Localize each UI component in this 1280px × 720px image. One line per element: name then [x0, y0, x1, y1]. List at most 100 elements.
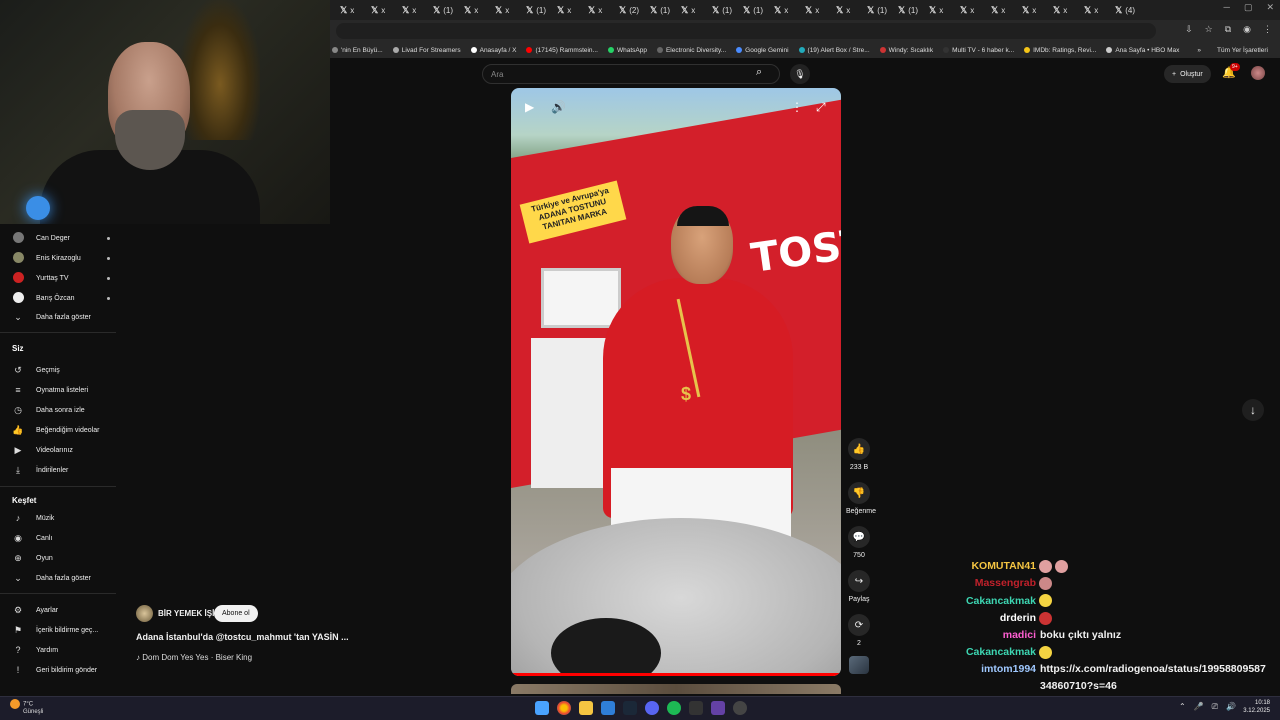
comments-button[interactable]: 💬 750	[846, 526, 872, 559]
address-bar[interactable]	[336, 23, 1156, 39]
bookmark-item[interactable]: Livad For Streamers	[392, 47, 461, 54]
search-input[interactable]: Ara	[482, 64, 780, 84]
app-icon[interactable]	[689, 701, 703, 715]
browser-tab[interactable]: 𝕏x	[1018, 2, 1047, 18]
browser-tab[interactable]: 𝕏x	[553, 2, 582, 18]
browser-tab[interactable]: 𝕏x	[770, 2, 799, 18]
browser-tab[interactable]: 𝕏x	[367, 2, 396, 18]
sidebar-item[interactable]: ? Yardım	[12, 645, 112, 655]
browser-tab[interactable]: 𝕏 (1)	[739, 2, 768, 18]
weather-widget[interactable]: 7°C Güneşli	[10, 699, 43, 716]
maximize-icon[interactable]: ▢	[1244, 2, 1253, 13]
volume-tray-icon[interactable]: 🔊	[1226, 702, 1236, 712]
menu-icon[interactable]: ⋮	[1263, 24, 1272, 35]
app-icon-2[interactable]	[733, 701, 747, 715]
file-explorer-icon[interactable]	[579, 701, 593, 715]
browser-tab[interactable]: 𝕏 (1)	[863, 2, 892, 18]
channel-name[interactable]: BİR YEMEK İŞİ	[158, 609, 214, 618]
spotify-icon[interactable]	[667, 701, 681, 715]
bookmark-item[interactable]: (19) Alert Box / Stre...	[798, 47, 870, 54]
browser-tab[interactable]: 𝕏 (2)	[615, 2, 644, 18]
sidebar-item[interactable]: ⚙ Ayarlar	[12, 605, 112, 616]
sidebar-item[interactable]: ⌄ Daha fazla göster	[12, 312, 112, 323]
sidebar-item[interactable]: Can Deger	[12, 232, 112, 245]
browser-tab[interactable]: 𝕏x	[801, 2, 830, 18]
sidebar-item[interactable]: Yurttaş TV	[12, 272, 112, 285]
all-bookmarks[interactable]: Tüm Yer İşaretleri	[1217, 47, 1268, 54]
browser-tab[interactable]: 𝕏 (1)	[894, 2, 923, 18]
browser-tab[interactable]: 𝕏x	[987, 2, 1016, 18]
minimize-icon[interactable]: ─	[1224, 2, 1230, 13]
bookmark-item[interactable]: Multi TV - 6 haber k...	[943, 47, 1014, 54]
bookmark-item[interactable]: Anasayfa / X	[470, 47, 516, 54]
bookmark-item[interactable]: Google Gemini	[736, 47, 789, 54]
channel-thumbnail[interactable]	[849, 656, 869, 674]
browser-tab[interactable]: 𝕏x	[398, 2, 427, 18]
channel-avatar[interactable]	[136, 605, 153, 622]
sidebar-item[interactable]: Barış Özcan	[12, 292, 112, 305]
chevron-up-icon[interactable]: ⌃	[1179, 702, 1186, 712]
sidebar-item[interactable]: ⚑ İçerik bildirme geç...	[12, 625, 112, 636]
profile-icon[interactable]: ◉	[1243, 24, 1251, 35]
sidebar-item[interactable]: ◉ Canlı	[12, 533, 112, 544]
account-avatar[interactable]	[1251, 66, 1265, 80]
sidebar-item[interactable]: ◷ Daha sonra izle	[12, 405, 112, 416]
bookmark-item[interactable]: (17145) Rammstein...	[526, 47, 598, 54]
bookmark-item[interactable]: IMDb: Ratings, Revi...	[1024, 47, 1096, 54]
browser-tab[interactable]: 𝕏x	[584, 2, 613, 18]
start-icon[interactable]	[535, 701, 549, 715]
browser-tab[interactable]: 𝕏x	[1080, 2, 1109, 18]
share-button[interactable]: ↪ Paylaş	[846, 570, 872, 603]
clock[interactable]: 10:18 3.12.2025	[1243, 699, 1270, 715]
video-progress-bar[interactable]	[511, 673, 841, 676]
browser-tab[interactable]: 𝕏x	[956, 2, 985, 18]
sidebar-item[interactable]: ≡ Oynatma listeleri	[12, 385, 112, 395]
browser-tab[interactable]: 𝕏x	[336, 2, 365, 18]
browser-tab[interactable]: 𝕏x	[677, 2, 706, 18]
bookmark-item[interactable]: WhatsApp	[607, 47, 647, 54]
notifications-icon[interactable]: 🔔 9+	[1222, 63, 1240, 79]
close-icon[interactable]: ✕	[1266, 2, 1274, 13]
bookmark-star-icon[interactable]: ☆	[1205, 24, 1213, 35]
shorts-video-player[interactable]: Türkiye ve Avrupa'ya ADANA TOSTUNU TANIT…	[511, 88, 841, 676]
network-icon[interactable]: ⎚	[1212, 702, 1218, 712]
browser-tab[interactable]: 𝕏x	[832, 2, 861, 18]
more-options-icon[interactable]: ⋮	[791, 100, 803, 114]
sidebar-item[interactable]: ♪ Müzik	[12, 513, 112, 523]
browser-tab[interactable]: 𝕏 (1)	[646, 2, 675, 18]
sidebar-item[interactable]: ▶ Videolarınız	[12, 445, 112, 456]
browser-tab[interactable]: 𝕏x	[460, 2, 489, 18]
volume-icon[interactable]: 🔊	[551, 100, 566, 114]
browser-tab[interactable]: 𝕏 (1)	[522, 2, 551, 18]
sidebar-item[interactable]: Enis Kirazoglu	[12, 252, 112, 265]
next-short-preview[interactable]	[511, 684, 841, 694]
bookmark-item[interactable]: Ana Sayfa • HBO Max	[1106, 47, 1179, 54]
steam-icon[interactable]	[623, 701, 637, 715]
browser-tab[interactable]: 𝕏 (4)	[1111, 2, 1140, 18]
music-info[interactable]: ♪ Dom Dom Yes Yes · Biser King	[136, 653, 252, 662]
browser-tab[interactable]: 𝕏x	[491, 2, 520, 18]
sidebar-item[interactable]: ⊕ Oyun	[12, 553, 112, 564]
like-button[interactable]: 👍 233 B	[846, 438, 872, 471]
sidebar-item[interactable]: ⌄ Daha fazla göster	[12, 573, 112, 584]
subscribe-button[interactable]: Abone ol	[214, 605, 258, 622]
dislike-button[interactable]: 👎 Beğenme	[846, 482, 876, 515]
discord-icon[interactable]	[645, 701, 659, 715]
search-icon[interactable]: ⌕	[756, 66, 762, 79]
mic-tray-icon[interactable]: 🎤	[1194, 702, 1204, 712]
edge-icon[interactable]	[601, 701, 615, 715]
sidebar-item[interactable]: ⤓ İndirilenler	[12, 465, 112, 476]
sidebar-item[interactable]: 👍 Beğendiğim videolar	[12, 425, 112, 436]
browser-tab[interactable]: 𝕏 (1)	[429, 2, 458, 18]
browser-tab[interactable]: 𝕏x	[1049, 2, 1078, 18]
next-video-arrow-icon[interactable]: ↓	[1242, 399, 1264, 421]
voice-search-icon[interactable]: 🎙	[790, 64, 810, 84]
section-heading-explore[interactable]: Keşfet	[12, 496, 36, 505]
install-icon[interactable]: ⇩	[1185, 24, 1193, 35]
chrome-icon[interactable]	[557, 701, 571, 715]
remix-button[interactable]: ⟳ 2	[846, 614, 872, 647]
fullscreen-icon[interactable]: ⤢	[816, 100, 826, 115]
bookmark-item[interactable]: Windy: Sıcaklık	[879, 47, 933, 54]
video-title[interactable]: Adana İstanbul'da @tostcu_mahmut 'tan YA…	[136, 632, 349, 642]
bookmarks-more-icon[interactable]: »	[1197, 47, 1201, 54]
